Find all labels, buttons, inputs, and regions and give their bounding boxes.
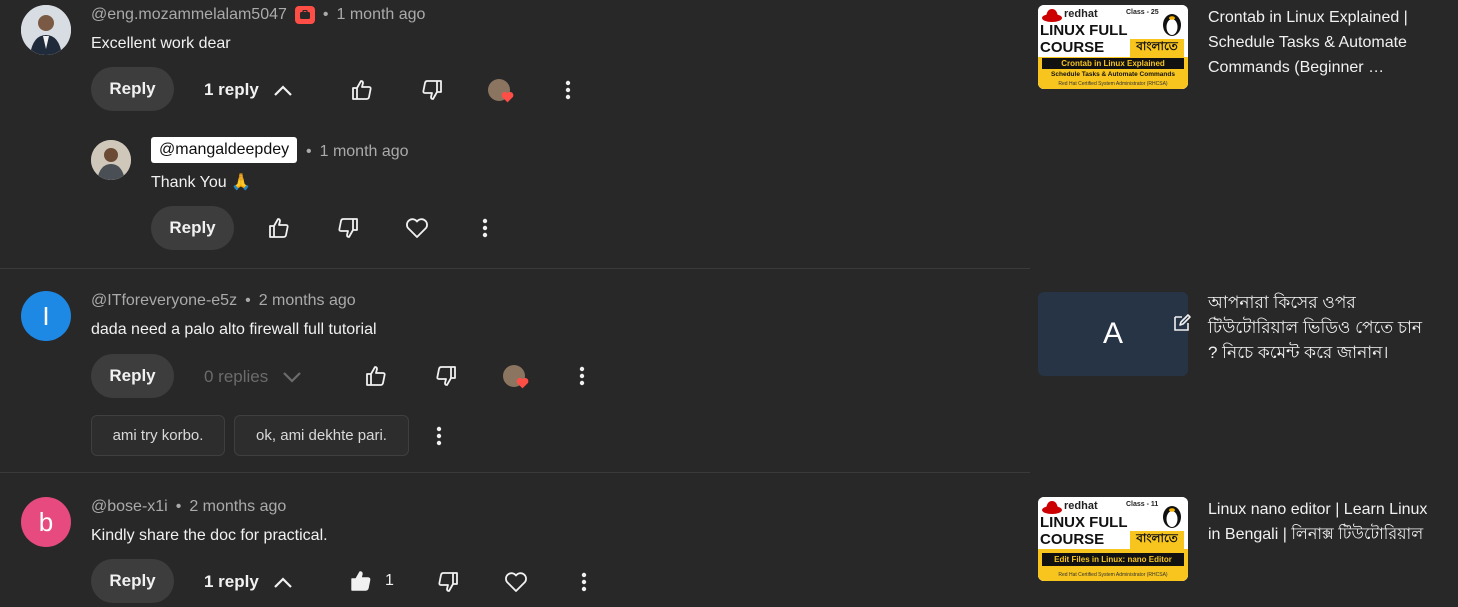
- row-divider: [0, 472, 1030, 473]
- tux-penguin-icon: [1163, 506, 1181, 528]
- edit-icon: [1174, 314, 1191, 331]
- thumb-up-icon: [351, 571, 371, 591]
- suggested-reply-chip[interactable]: ok, ami dekhte pari.: [234, 415, 409, 456]
- comment-author[interactable]: @bose-x1i: [91, 498, 168, 516]
- comment-text: Kindly share the doc for practical.: [91, 527, 328, 544]
- reply-meta: • 1 month ago: [306, 143, 409, 161]
- thumb-up-icon: [352, 80, 372, 100]
- comment-meta: @bose-x1i • 2 months ago: [91, 498, 287, 516]
- comment-time[interactable]: 2 months ago: [189, 498, 286, 516]
- heart-icon: [501, 91, 514, 103]
- redhat-logo-icon: [1042, 501, 1062, 514]
- dislike-button[interactable]: [433, 363, 459, 389]
- chevron-down-icon: [283, 372, 302, 383]
- heart-icon: [406, 218, 428, 238]
- reply-button[interactable]: Reply: [91, 354, 174, 398]
- row-divider: [0, 268, 1030, 269]
- comment-time[interactable]: 1 month ago: [337, 6, 426, 24]
- comment-meta: @ITforeveryone-e5z • 2 months ago: [91, 292, 356, 310]
- more-vert-icon: [436, 426, 442, 446]
- heart-icon: [505, 572, 527, 592]
- thumb-down-icon: [436, 366, 456, 386]
- dislike-button[interactable]: [435, 569, 461, 595]
- like-count: 1: [385, 572, 394, 589]
- chevron-up-icon: [274, 577, 292, 588]
- comment-text: dada need a palo alto firewall full tuto…: [91, 321, 377, 338]
- dislike-button[interactable]: [335, 215, 361, 241]
- redhat-logo-icon: [1042, 9, 1062, 22]
- comment-text: Excellent work dear: [91, 35, 231, 52]
- video-title[interactable]: Linux nano editor | Learn Linux in Benga…: [1208, 497, 1438, 547]
- suggestions-menu-button[interactable]: [426, 423, 452, 449]
- like-button[interactable]: [363, 363, 389, 389]
- toggle-replies-button[interactable]: 1 reply: [204, 78, 293, 102]
- replies-count-label: 0 replies: [204, 367, 269, 386]
- person-photo-icon: [91, 140, 131, 180]
- replies-count-label: 1 reply: [204, 80, 259, 99]
- thumb-down-icon: [438, 572, 458, 592]
- reply-time[interactable]: 1 month ago: [320, 143, 409, 161]
- thumb-up-icon: [366, 366, 386, 386]
- tux-penguin-icon: [1163, 14, 1181, 36]
- edit-button[interactable]: [1172, 313, 1192, 333]
- comment-time[interactable]: 2 months ago: [259, 292, 356, 310]
- chevron-up-icon: [274, 85, 292, 96]
- heart-icon: [516, 377, 529, 389]
- heart-button[interactable]: [503, 569, 529, 595]
- comment-action-menu-button[interactable]: [555, 77, 581, 103]
- like-button[interactable]: [349, 77, 375, 103]
- commenter-avatar[interactable]: I: [21, 291, 71, 341]
- member-badge-icon: [294, 6, 315, 24]
- thumb-up-icon: [269, 218, 289, 238]
- more-vert-icon: [482, 218, 488, 238]
- video-thumbnail[interactable]: redhat Class - 25 LINUX FULL COURSE বাংল…: [1038, 5, 1188, 89]
- reply-action-menu-button[interactable]: [472, 215, 498, 241]
- more-vert-icon: [581, 572, 587, 592]
- suggested-reply-chip[interactable]: ami try korbo.: [91, 415, 225, 456]
- commenter-avatar[interactable]: [21, 5, 71, 55]
- person-photo-icon: [21, 5, 71, 55]
- like-button[interactable]: [266, 215, 292, 241]
- dislike-button[interactable]: [419, 77, 445, 103]
- heart-button[interactable]: [404, 215, 430, 241]
- toggle-replies-button[interactable]: 1 reply: [204, 570, 293, 594]
- comment-author[interactable]: @ITforeveryone-e5z: [91, 292, 237, 310]
- creator-heart-badge: [503, 365, 529, 391]
- creator-heart-badge: [488, 79, 514, 105]
- comment-action-menu-button[interactable]: [569, 363, 595, 389]
- more-vert-icon: [565, 80, 571, 100]
- like-button[interactable]: 1: [349, 569, 394, 593]
- comment-author[interactable]: @eng.mozammelalam5047: [91, 6, 287, 24]
- thumb-down-icon: [338, 218, 358, 238]
- reply-text: Thank You 🙏: [151, 174, 251, 191]
- commenter-avatar[interactable]: b: [21, 497, 71, 547]
- video-thumbnail[interactable]: A: [1038, 292, 1188, 376]
- toggle-replies-button[interactable]: 0 replies: [204, 365, 302, 389]
- replies-count-label: 1 reply: [204, 572, 259, 591]
- video-thumbnail[interactable]: redhat Class - 11 LINUX FULL COURSE বাংল…: [1038, 497, 1188, 581]
- reply-author-avatar[interactable]: [91, 140, 131, 180]
- video-title[interactable]: আপনারা কিসের ওপর টিউটোরিয়াল ভিডিও পেতে …: [1208, 290, 1433, 365]
- more-vert-icon: [579, 366, 585, 386]
- reply-button[interactable]: Reply: [91, 67, 174, 111]
- reply-author-owner-badge[interactable]: @mangaldeepdey: [151, 137, 298, 163]
- comment-action-menu-button[interactable]: [571, 569, 597, 595]
- reply-button[interactable]: Reply: [151, 206, 234, 250]
- video-title[interactable]: Crontab in Linux Explained | Schedule Ta…: [1208, 5, 1438, 80]
- reply-button[interactable]: Reply: [91, 559, 174, 603]
- comment-meta: @eng.mozammelalam5047 • 1 month ago: [91, 6, 426, 24]
- thumb-down-icon: [422, 80, 442, 100]
